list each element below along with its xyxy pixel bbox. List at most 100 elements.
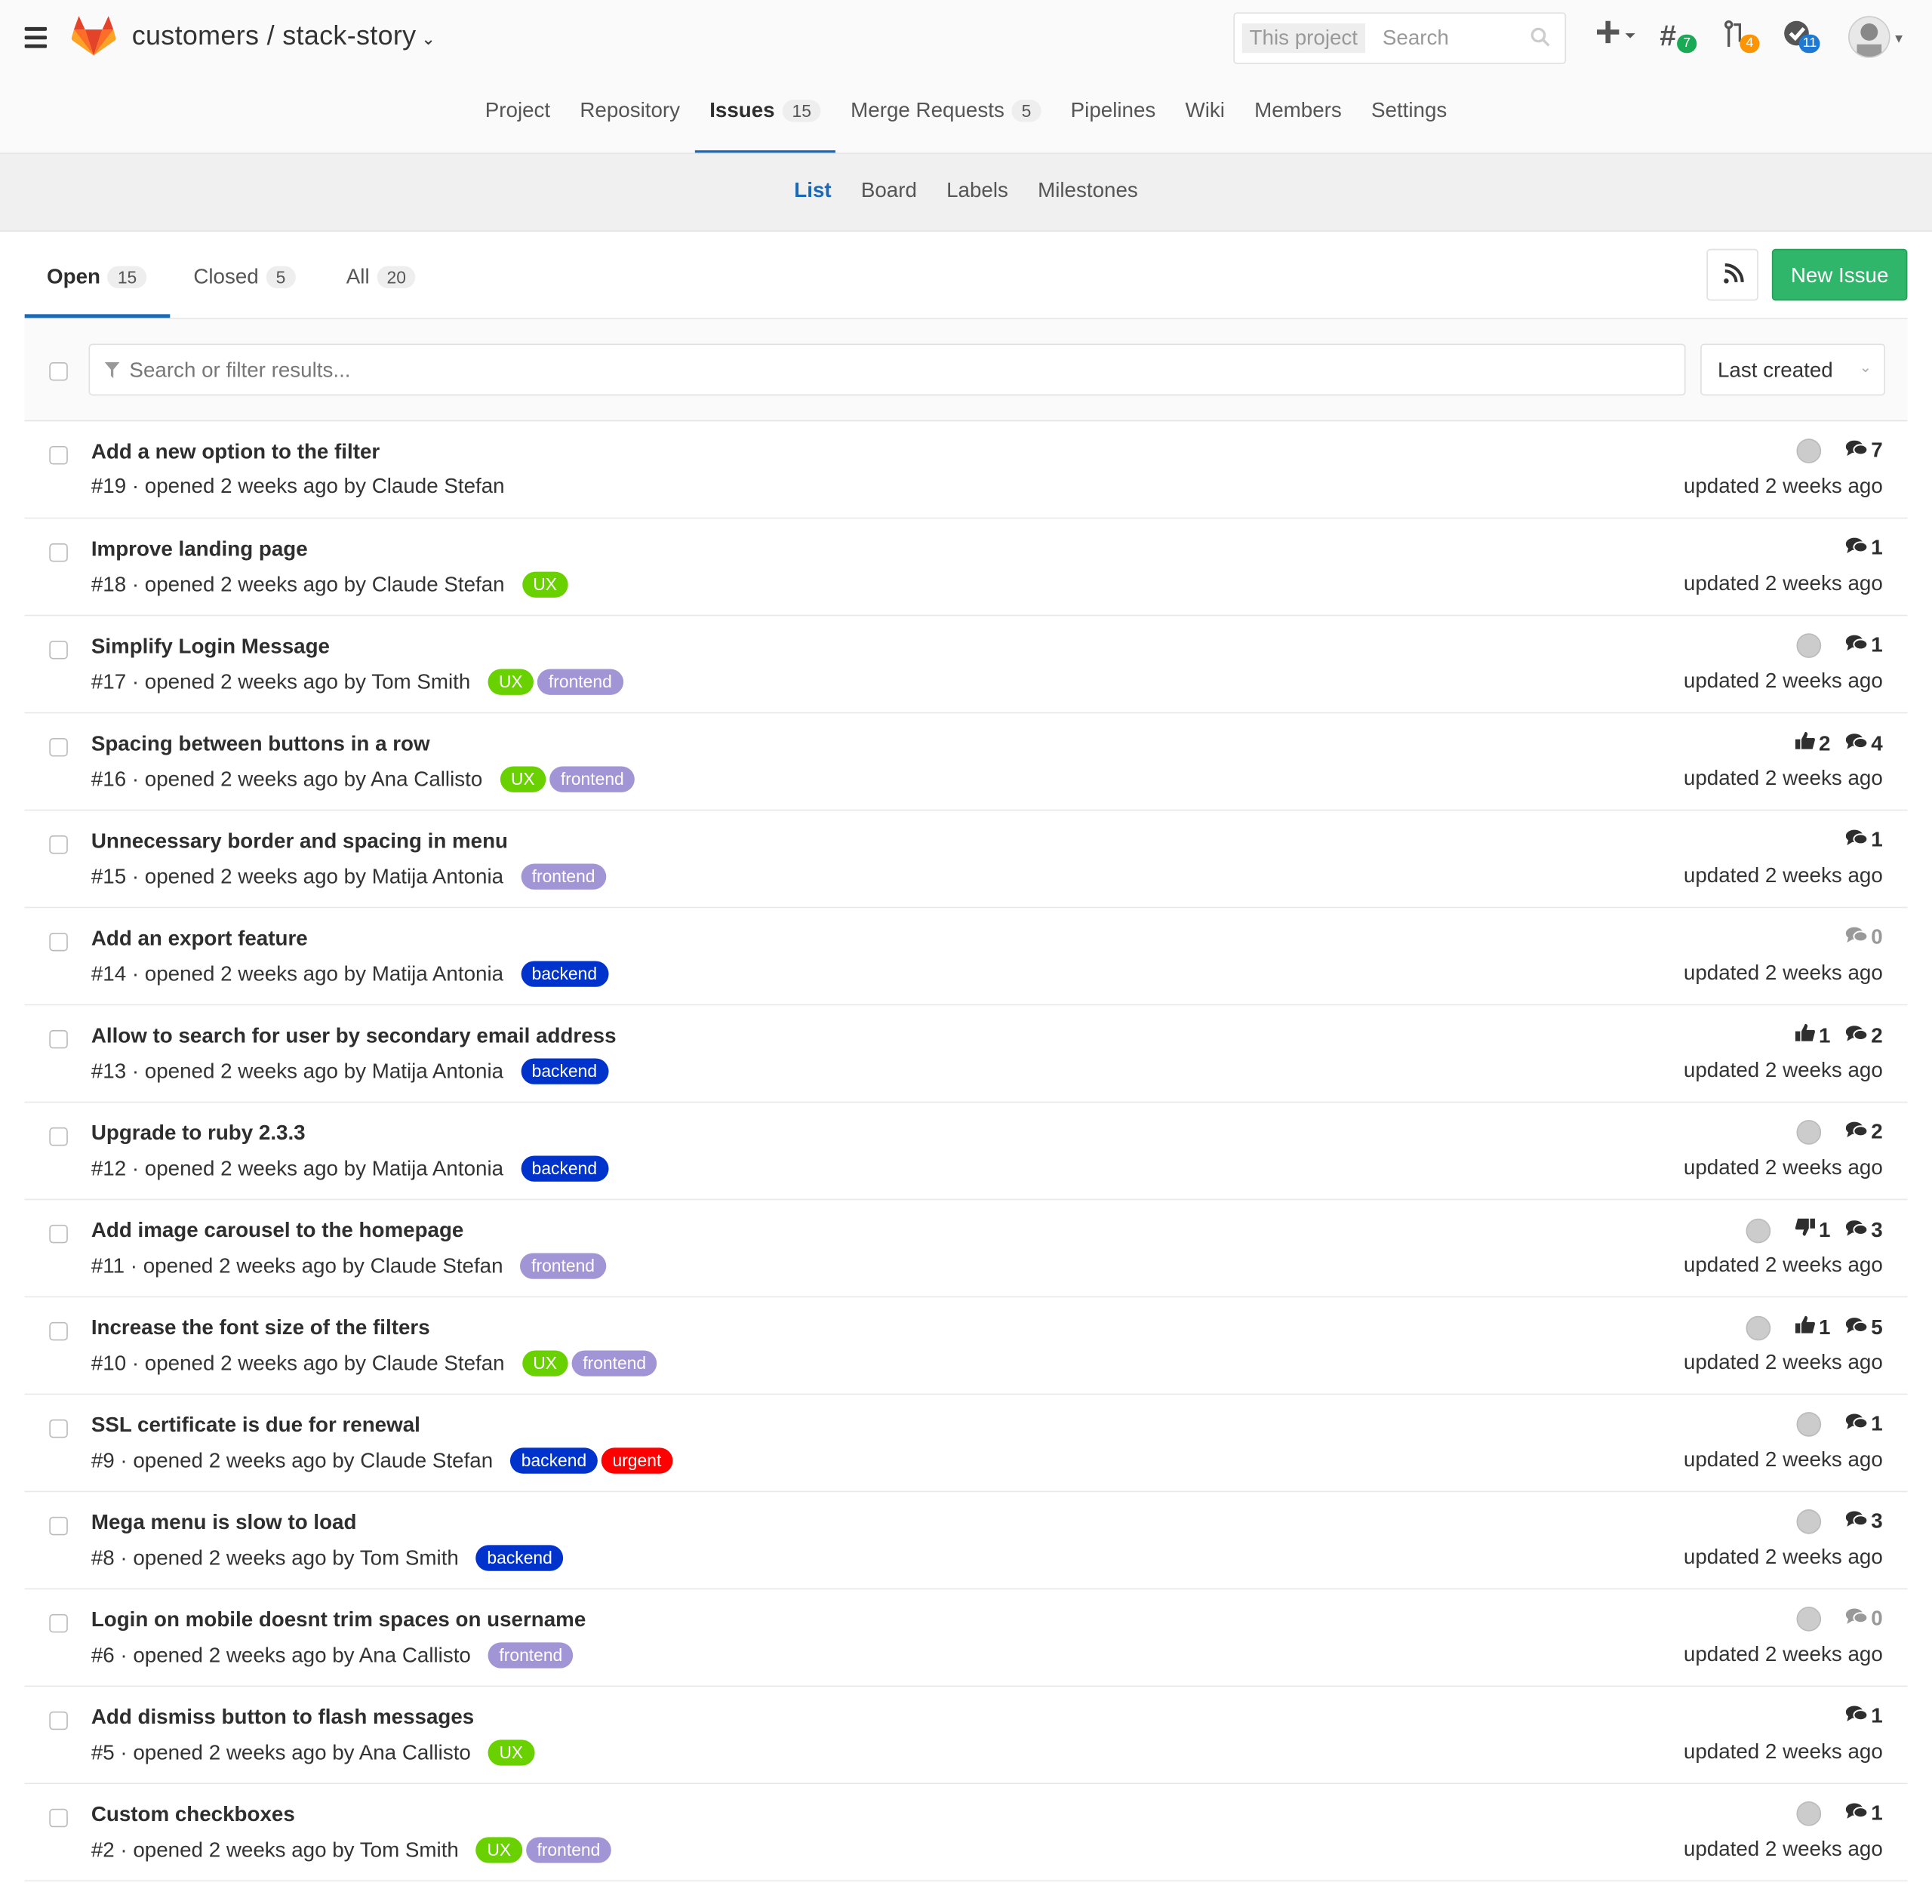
filter-search-box[interactable]: Search or filter results... bbox=[88, 343, 1686, 396]
label-frontend[interactable]: frontend bbox=[520, 863, 607, 890]
issue-title-link[interactable]: Spacing between buttons in a row bbox=[91, 732, 430, 757]
issue-checkbox[interactable] bbox=[49, 1516, 68, 1536]
issue-title-link[interactable]: Add dismiss button to flash messages bbox=[91, 1706, 474, 1730]
issue-checkbox[interactable] bbox=[49, 737, 68, 757]
issue-checkbox[interactable] bbox=[49, 1613, 68, 1633]
issue-title-link[interactable]: Mega menu is slow to load bbox=[91, 1511, 357, 1536]
issue-checkbox[interactable] bbox=[49, 543, 68, 562]
nav-item-merge-requests[interactable]: Merge Requests 5 bbox=[836, 74, 1056, 152]
label-ux[interactable]: UX bbox=[521, 571, 568, 598]
issue-title-link[interactable]: Add an export feature bbox=[91, 927, 308, 952]
label-frontend[interactable]: frontend bbox=[549, 766, 635, 792]
nav-item-issues[interactable]: Issues 15 bbox=[694, 74, 836, 153]
comments-link[interactable]: 1 bbox=[1845, 828, 1883, 853]
comments-link[interactable]: 1 bbox=[1845, 1704, 1883, 1729]
assignee-avatar[interactable] bbox=[1795, 1801, 1821, 1826]
select-all-checkbox[interactable] bbox=[49, 362, 68, 381]
assignee-avatar[interactable] bbox=[1795, 1412, 1821, 1437]
comments-link[interactable]: 3 bbox=[1845, 1509, 1883, 1534]
user-menu-chevron-icon[interactable]: ▾ bbox=[1895, 29, 1903, 47]
label-backend[interactable]: backend bbox=[520, 1155, 608, 1182]
comments-link[interactable]: 1 bbox=[1845, 536, 1883, 561]
issue-title-link[interactable]: SSL certificate is due for renewal bbox=[91, 1413, 420, 1438]
label-frontend[interactable]: frontend bbox=[571, 1350, 657, 1376]
label-urgent[interactable]: urgent bbox=[601, 1447, 672, 1474]
search-input[interactable]: Search bbox=[1383, 26, 1449, 51]
assignee-avatar[interactable] bbox=[1795, 1607, 1821, 1632]
nav-item-pipelines[interactable]: Pipelines bbox=[1056, 74, 1171, 152]
search-scope-badge[interactable]: This project bbox=[1241, 23, 1365, 54]
search-box[interactable]: This project Search bbox=[1233, 12, 1567, 64]
new-issue-button[interactable]: New Issue bbox=[1771, 248, 1908, 301]
hamburger-menu-icon[interactable] bbox=[24, 26, 48, 53]
issue-checkbox[interactable] bbox=[49, 1808, 68, 1828]
tab-all[interactable]: All 20 bbox=[346, 265, 417, 290]
issue-checkbox[interactable] bbox=[49, 1224, 68, 1244]
label-ux[interactable]: UX bbox=[475, 1837, 522, 1863]
issue-checkbox[interactable] bbox=[49, 641, 68, 660]
nav-item-wiki[interactable]: Wiki bbox=[1171, 74, 1240, 152]
issue-title-link[interactable]: Upgrade to ruby 2.3.3 bbox=[91, 1121, 306, 1146]
comments-link[interactable]: 0 bbox=[1845, 925, 1883, 950]
nav-item-members[interactable]: Members bbox=[1240, 74, 1357, 152]
issue-title-link[interactable]: Add image carousel to the homepage bbox=[91, 1219, 464, 1244]
comments-link[interactable]: 0 bbox=[1845, 1607, 1883, 1632]
comments-link[interactable]: 1 bbox=[1845, 1412, 1883, 1437]
issue-checkbox[interactable] bbox=[49, 835, 68, 854]
assignee-avatar[interactable] bbox=[1746, 1217, 1771, 1243]
comments-link[interactable]: 4 bbox=[1845, 731, 1883, 756]
issue-title-link[interactable]: Increase the font size of the filters bbox=[91, 1316, 430, 1341]
issue-title-link[interactable]: Login on mobile doesnt trim spaces on us… bbox=[91, 1608, 586, 1633]
todos-hash-icon[interactable]: # 7 bbox=[1660, 20, 1697, 54]
project-title[interactable]: customers / stack-story ⌄ bbox=[132, 20, 436, 51]
subnav-item-labels[interactable]: Labels bbox=[931, 154, 1023, 203]
issue-title-link[interactable]: Simplify Login Message bbox=[91, 635, 330, 660]
issue-checkbox[interactable] bbox=[49, 1321, 68, 1341]
label-frontend[interactable]: frontend bbox=[520, 1253, 606, 1279]
label-frontend[interactable]: frontend bbox=[488, 1642, 574, 1669]
tab-open[interactable]: Open 15 bbox=[47, 265, 147, 290]
nav-item-project[interactable]: Project bbox=[470, 74, 565, 152]
label-backend[interactable]: backend bbox=[510, 1447, 598, 1474]
chevron-down-icon[interactable]: ⌄ bbox=[421, 29, 435, 48]
new-dropdown-plus-icon[interactable] bbox=[1596, 20, 1636, 55]
gitlab-logo-icon[interactable] bbox=[71, 15, 116, 63]
issue-title-link[interactable]: Improve landing page bbox=[91, 537, 308, 562]
sort-dropdown[interactable]: Last created ⌄ bbox=[1700, 343, 1886, 396]
user-avatar[interactable] bbox=[1848, 16, 1890, 58]
comments-link[interactable]: 2 bbox=[1845, 1023, 1883, 1048]
comments-link[interactable]: 5 bbox=[1845, 1315, 1883, 1340]
issue-checkbox[interactable] bbox=[49, 1711, 68, 1730]
issue-title-link[interactable]: Add a new option to the filter bbox=[91, 440, 380, 465]
comments-link[interactable]: 7 bbox=[1845, 438, 1883, 463]
tab-closed[interactable]: Closed 5 bbox=[193, 265, 296, 290]
label-frontend[interactable]: frontend bbox=[525, 1837, 612, 1863]
label-backend[interactable]: backend bbox=[520, 1058, 608, 1084]
issues-check-icon[interactable]: 11 bbox=[1783, 20, 1821, 55]
subnav-item-board[interactable]: Board bbox=[846, 154, 931, 203]
issue-checkbox[interactable] bbox=[49, 1029, 68, 1049]
assignee-avatar[interactable] bbox=[1795, 1120, 1821, 1145]
label-ux[interactable]: UX bbox=[488, 669, 534, 695]
issue-checkbox[interactable] bbox=[49, 932, 68, 952]
assignee-avatar[interactable] bbox=[1746, 1315, 1771, 1340]
nav-item-repository[interactable]: Repository bbox=[565, 74, 695, 152]
comments-link[interactable]: 2 bbox=[1845, 1120, 1883, 1145]
rss-button[interactable] bbox=[1706, 248, 1758, 301]
merge-requests-icon[interactable]: 4 bbox=[1724, 20, 1760, 55]
label-frontend[interactable]: frontend bbox=[537, 669, 623, 695]
subnav-item-milestones[interactable]: Milestones bbox=[1023, 154, 1152, 203]
issue-title-link[interactable]: Custom checkboxes bbox=[91, 1803, 295, 1828]
assignee-avatar[interactable] bbox=[1795, 1509, 1821, 1534]
comments-link[interactable]: 1 bbox=[1845, 1801, 1883, 1826]
label-backend[interactable]: backend bbox=[520, 961, 608, 987]
label-ux[interactable]: UX bbox=[500, 766, 546, 792]
assignee-avatar[interactable] bbox=[1795, 438, 1821, 463]
assignee-avatar[interactable] bbox=[1795, 633, 1821, 658]
label-backend[interactable]: backend bbox=[475, 1545, 564, 1571]
nav-item-settings[interactable]: Settings bbox=[1356, 74, 1461, 152]
filter-search-input[interactable]: Search or filter results... bbox=[129, 358, 350, 383]
issue-checkbox[interactable] bbox=[49, 1419, 68, 1438]
label-ux[interactable]: UX bbox=[488, 1739, 534, 1766]
label-ux[interactable]: UX bbox=[521, 1350, 568, 1376]
